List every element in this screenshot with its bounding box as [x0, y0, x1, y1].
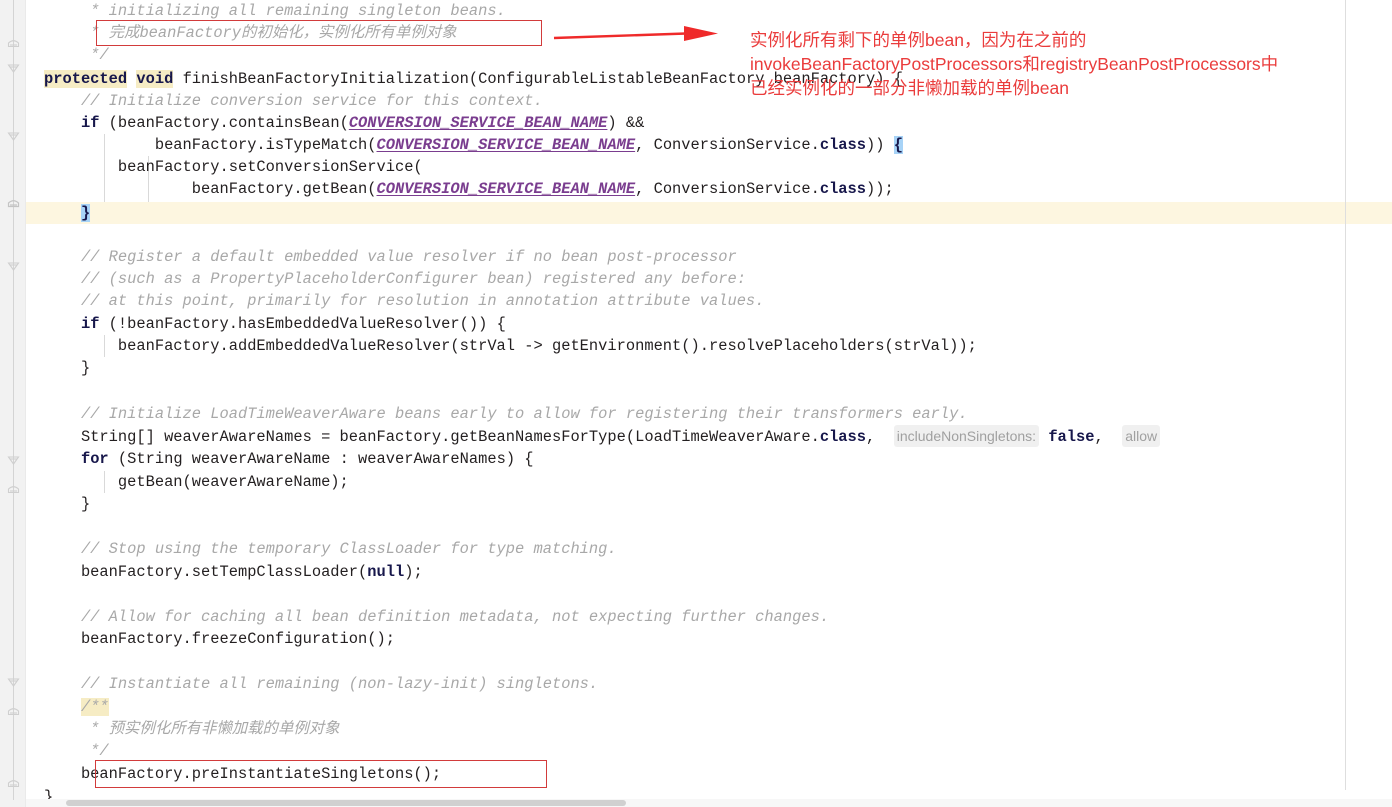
code-line[interactable]: // Allow for caching all bean definition…: [0, 606, 829, 628]
code-line[interactable]: beanFactory.freezeConfiguration();: [0, 628, 395, 650]
code-line[interactable]: // (such as a PropertyPlaceholderConfigu…: [0, 268, 746, 290]
closing-brace: }: [44, 495, 91, 513]
javadoc-chinese-note: 完成beanFactory的初始化，实例化所有单例对象: [108, 24, 457, 42]
keyword-if: if: [80, 114, 100, 132]
keyword-void: void: [136, 70, 174, 88]
code-line[interactable]: beanFactory.addEmbeddedValueResolver(str…: [0, 335, 977, 357]
code-line[interactable]: }: [0, 357, 90, 379]
code-line[interactable]: beanFactory.getBean(CONVERSION_SERVICE_B…: [0, 178, 894, 200]
code-line[interactable]: getBean(weaverAwareName);: [0, 471, 349, 493]
code-line[interactable]: */: [0, 740, 109, 762]
statement: getBean(weaverAwareName);: [44, 473, 349, 491]
javadoc-close: */: [44, 742, 109, 760]
code-line[interactable]: String[] weaverAwareNames = beanFactory.…: [0, 425, 1161, 447]
code-line[interactable]: // Initialize LoadTimeWeaverAware beans …: [0, 403, 968, 425]
code-line[interactable]: * 预实例化所有非懒加载的单例对象: [0, 718, 340, 740]
statement: beanFactory.freezeConfiguration();: [44, 630, 395, 648]
line-comment: // Register a default embedded value res…: [44, 248, 737, 266]
line-comment: // Instantiate all remaining (non-lazy-i…: [44, 675, 599, 693]
code-line[interactable]: // at this point, primarily for resoluti…: [0, 290, 764, 312]
constant-conversion-service-bean-name: CONVERSION_SERVICE_BEAN_NAME: [376, 136, 636, 154]
javadoc-prefix: *: [44, 24, 109, 42]
constant-conversion-service-bean-name: CONVERSION_SERVICE_BEAN_NAME: [376, 180, 636, 198]
code-line[interactable]: for (String weaverAwareName : weaverAwar…: [0, 448, 534, 470]
code-line[interactable]: // Register a default embedded value res…: [0, 246, 737, 268]
annotation-line-3: 已经实例化的一部分非懒加载的单例bean: [750, 78, 1069, 98]
keyword-class: class: [819, 180, 867, 198]
line-comment: // (such as a PropertyPlaceholderConfigu…: [44, 270, 746, 288]
keyword-for: for: [80, 450, 109, 468]
annotation-line-1: 实例化所有剩下的单例bean，因为在之前的: [750, 30, 1087, 50]
code-line[interactable]: }: [0, 493, 90, 515]
line-comment: // Initialize LoadTimeWeaverAware beans …: [44, 405, 968, 423]
condition: (!beanFactory.hasEmbeddedValueResolver()…: [99, 315, 506, 333]
line-comment: // Allow for caching all bean definition…: [44, 608, 830, 626]
code-line[interactable]: // Stop using the temporary ClassLoader …: [0, 538, 617, 560]
keyword-class: class: [819, 428, 867, 446]
code-content[interactable]: * initializing all remaining singleton b…: [0, 0, 1392, 807]
statement: beanFactory.addEmbeddedValueResolver(str…: [44, 337, 977, 355]
for-clause: (String weaverAwareName : weaverAwareNam…: [108, 450, 534, 468]
keyword-class: class: [819, 136, 867, 154]
parameter-hint-allow[interactable]: allow: [1122, 425, 1161, 447]
code-line[interactable]: /**: [0, 696, 109, 718]
javadoc-close: */: [44, 46, 109, 64]
matched-brace-close: }: [80, 204, 91, 222]
line-comment: // Initialize conversion service for thi…: [44, 92, 543, 110]
code-line[interactable]: beanFactory.setTempClassLoader(null);: [0, 561, 423, 583]
parameter-hint-includenonsingletons[interactable]: includeNonSingletons:: [893, 425, 1040, 447]
code-line[interactable]: // Instantiate all remaining (non-lazy-i…: [0, 673, 598, 695]
closing-brace: }: [44, 359, 91, 377]
red-arrow-right-icon: [553, 26, 718, 41]
keyword-protected: protected: [44, 70, 128, 88]
code-line[interactable]: if (!beanFactory.hasEmbeddedValueResolve…: [0, 313, 506, 335]
code-line[interactable]: */: [0, 44, 109, 66]
horizontal-scrollbar[interactable]: [26, 799, 1392, 807]
line-comment: // Stop using the temporary ClassLoader …: [44, 540, 617, 558]
javadoc-open: /**: [80, 698, 109, 716]
code-line[interactable]: beanFactory.preInstantiateSingletons();: [0, 763, 441, 785]
code-line[interactable]: beanFactory.isTypeMatch(CONVERSION_SERVI…: [0, 134, 903, 156]
declaration: String[] weaverAwareNames = beanFactory.…: [44, 428, 820, 446]
code-line[interactable]: if (beanFactory.containsBean(CONVERSION_…: [0, 112, 644, 134]
keyword-if: if: [80, 315, 100, 333]
statement: beanFactory.setConversionService(: [44, 158, 423, 176]
code-line[interactable]: // Initialize conversion service for thi…: [0, 90, 543, 112]
code-line[interactable]: beanFactory.setConversionService(: [0, 156, 423, 178]
literal-null: null: [367, 563, 405, 581]
annotation-line-2: invokeBeanFactoryPostProcessors和registry…: [750, 54, 1279, 74]
code-line-current[interactable]: }: [0, 202, 91, 224]
javadoc-text: * initializing all remaining singleton b…: [44, 2, 506, 20]
code-line[interactable]: * 完成beanFactory的初始化，实例化所有单例对象: [0, 22, 457, 44]
matched-brace-open: {: [893, 136, 903, 154]
javadoc-chinese-note: * 预实例化所有非懒加载的单例对象: [44, 720, 340, 738]
literal-false: false: [1048, 428, 1095, 446]
line-comment: // at this point, primarily for resoluti…: [44, 292, 765, 310]
code-editor[interactable]: * initializing all remaining singleton b…: [0, 0, 1392, 807]
code-line[interactable]: * initializing all remaining singleton b…: [0, 0, 506, 22]
constant-conversion-service-bean-name: CONVERSION_SERVICE_BEAN_NAME: [348, 114, 608, 132]
pre-instantiate-singletons-call: beanFactory.preInstantiateSingletons();: [44, 765, 442, 783]
horizontal-scrollbar-thumb[interactable]: [66, 800, 626, 806]
